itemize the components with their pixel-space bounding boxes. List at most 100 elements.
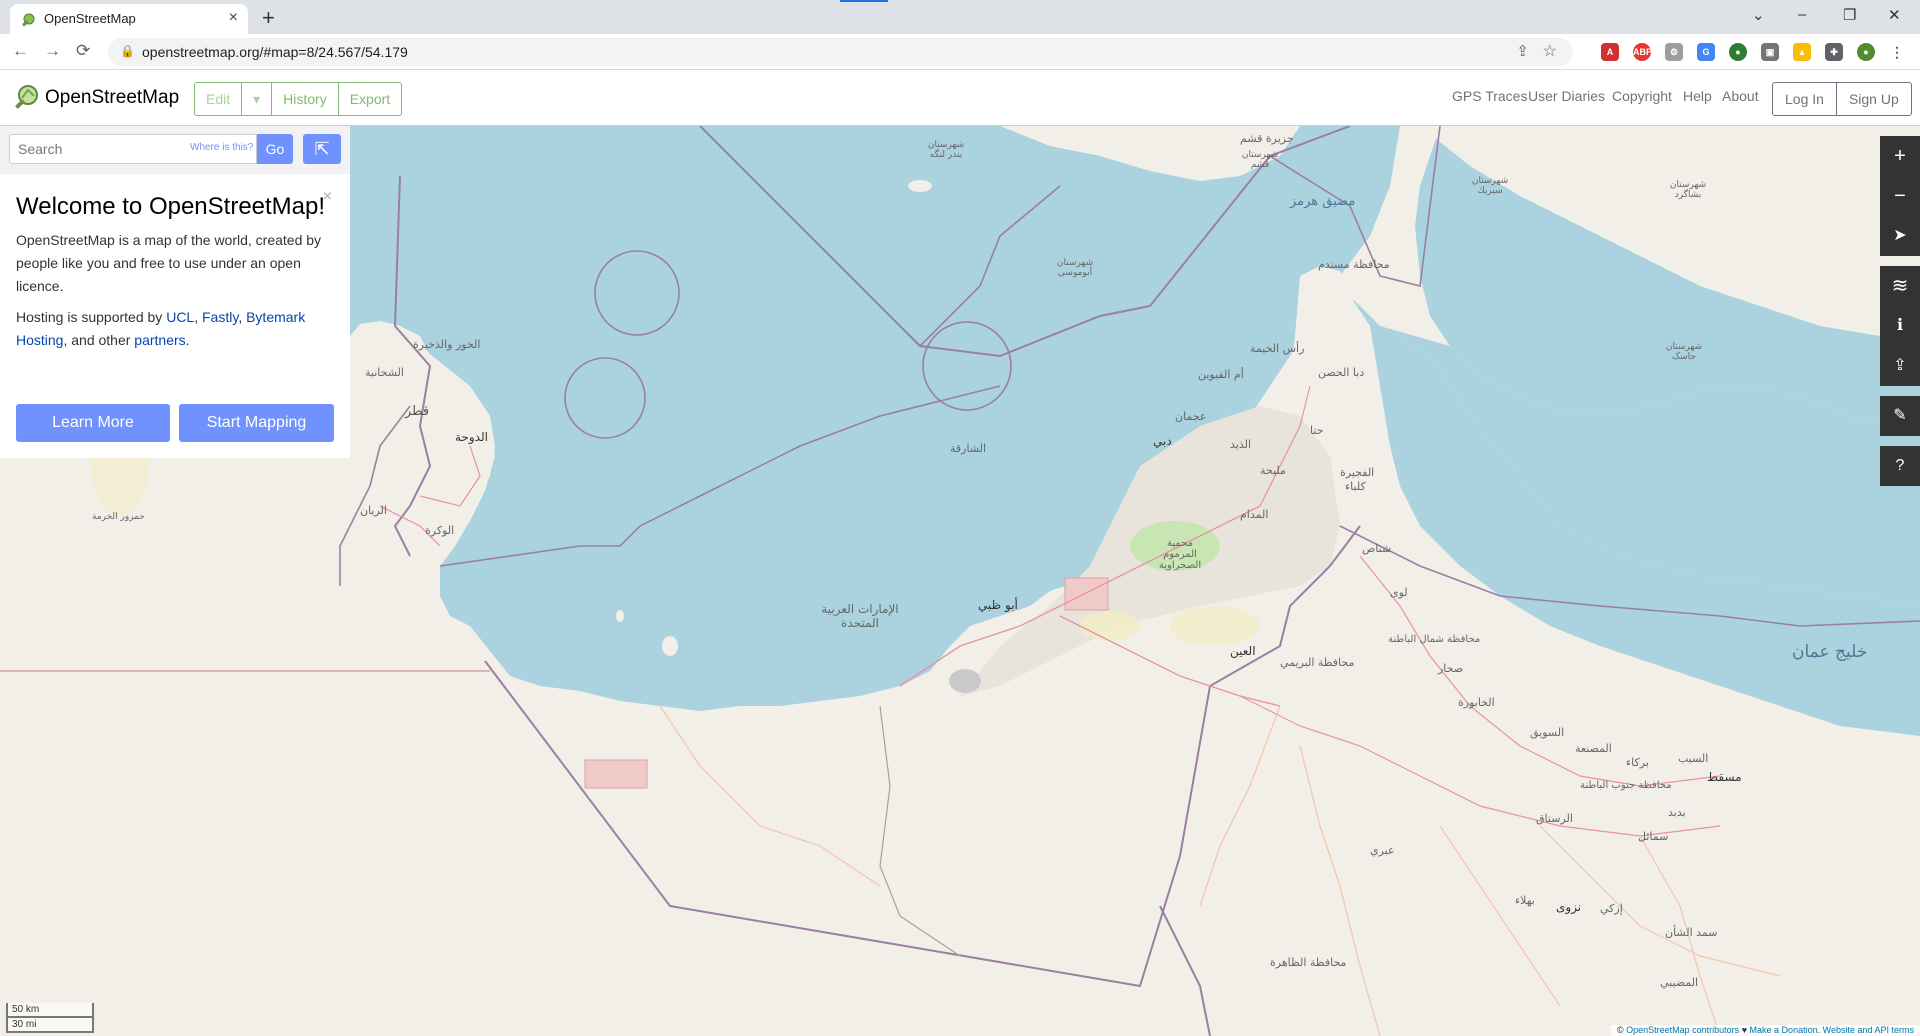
map-label-dibba: دبا الحصن [1318,366,1365,379]
map-scale: 50 km 30 mi [6,1003,94,1033]
nav-gps-traces[interactable]: GPS Traces [1452,88,1527,104]
fastly-link[interactable]: Fastly [202,309,238,325]
extension-icon[interactable]: ⚙ [1665,43,1683,61]
map-label-uae: الإمارات العربية المتحدة [821,602,899,630]
map-label-reserve: محمية المرموم الصحراوية [1158,538,1202,571]
minimize-button[interactable]: – [1798,6,1806,23]
extensions-puzzle-icon[interactable]: ✚ [1825,43,1843,61]
map-label-wakra: الوكرة [425,524,455,537]
globe-extension-icon[interactable]: ● [1729,43,1747,61]
scale-mi: 30 mi [6,1018,94,1033]
map-label-rak: رأس الخيمة [1250,342,1305,355]
contributors-link[interactable]: OpenStreetMap contributors [1626,1025,1739,1035]
map-label-rayyan: الريان [360,504,387,517]
zoom-out-button[interactable]: − [1880,176,1920,216]
map-label-sohar: صحار [1438,662,1464,675]
map-label-liwa: لوى [1390,586,1408,599]
layers-button[interactable]: ≋ [1880,266,1920,306]
map-label-dubai: دبي [1153,434,1172,448]
welcome-hosting: Hosting is supported by UCL, Fastly, Byt… [16,306,334,352]
zoom-in-button[interactable]: + [1880,136,1920,176]
back-button[interactable]: ← [12,41,29,61]
edit-dropdown-icon[interactable]: ▾ [242,83,273,115]
donate-link[interactable]: Make a Donation [1750,1025,1818,1035]
adblock-extension-icon[interactable]: ABP [1633,43,1652,61]
map-label-shamal: الشحانية [365,366,404,379]
map-label-seeb: السيب [1678,752,1709,765]
address-bar[interactable]: 🔒 openstreetmap.org/#map=8/24.567/54.179… [108,38,1573,66]
nav-copyright[interactable]: Copyright [1612,88,1672,104]
signup-button[interactable]: Sign Up [1837,83,1911,115]
query-features-button[interactable]: ? [1880,446,1920,486]
tab-close-icon[interactable]: × [229,9,238,27]
nav-user-diaries[interactable]: User Diaries [1528,88,1605,104]
profile-avatar[interactable]: ● [1857,43,1875,61]
pdf-extension-icon[interactable]: A [1601,43,1619,61]
auth-button-group: Log In Sign Up [1772,82,1912,116]
bookmark-star-icon[interactable]: ☆ [1543,41,1557,61]
new-tab-button[interactable]: + [262,5,275,31]
maximize-button[interactable]: ❐ [1843,6,1856,24]
start-mapping-button[interactable]: Start Mapping [179,404,334,442]
browser-toolbar: ← → ⟳ 🔒 openstreetmap.org/#map=8/24.567/… [0,34,1920,70]
map-label-bahla: بهلاء [1515,894,1535,907]
forward-button[interactable]: → [44,41,61,61]
map-label-uaq: أم القيوين [1198,368,1244,381]
map-label-sharjah-sea: الشارقة [950,442,987,455]
osm-header: OpenStreetMap Edit ▾ History Export GPS … [0,70,1920,126]
osm-favicon-icon [22,13,35,27]
translate-extension-icon[interactable]: G [1697,43,1715,61]
edit-button[interactable]: Edit [195,83,243,115]
map-label-mleiha: مليحة [1260,464,1286,477]
map-label-gulf-of-oman: خليج عمان [1792,642,1868,662]
search-go-button[interactable]: Go [257,134,293,164]
search-bar: Search Where is this? Go ⇱ [0,126,350,174]
map-label-izki: إزكي [1600,902,1623,915]
map-label-barka: بركاء [1626,756,1649,769]
directions-button[interactable]: ⇱ [303,134,341,164]
browser-titlebar: OpenStreetMap × + ⌄ – ❐ ✕ [0,0,1920,34]
brand-name[interactable]: OpenStreetMap [45,87,179,109]
map-label-hatta: حتا [1310,424,1324,437]
terms-link[interactable]: Website and API terms [1823,1025,1914,1035]
login-button[interactable]: Log In [1773,83,1837,115]
locate-button[interactable]: ➤ [1880,216,1920,256]
add-note-button[interactable]: ✎ [1880,396,1920,436]
map-label-madam: المدام [1240,508,1269,521]
share-button[interactable]: ⇪ [1880,346,1920,386]
loading-indicator [840,0,888,2]
map-label-doha: الدوحة [455,430,488,444]
history-button[interactable]: History [272,83,339,115]
browser-menu-icon[interactable]: ⋮ [1888,43,1906,61]
url-text: openstreetmap.org/#map=8/24.567/54.179 [142,44,408,60]
map-label-qeshm-county: شهرستان قشم [1241,150,1279,170]
map-label-rustaq: الرستاق [1536,812,1573,825]
map-label-samail: سمائل [1638,830,1669,843]
map-label-mussanah: المصنعة [1575,742,1612,755]
map-label-ibri: عبري [1370,844,1395,857]
partners-link[interactable]: partners [134,332,185,348]
hosting-sep: , [238,309,247,325]
learn-more-button[interactable]: Learn More [16,404,170,442]
map-label-dhaid: الذيد [1230,438,1252,451]
map-attribution: © OpenStreetMap contributors ♥ Make a Do… [1610,1025,1920,1036]
drive-extension-icon[interactable]: ▲ [1793,43,1811,61]
ucl-link[interactable]: UCL [166,309,194,325]
welcome-close-icon[interactable]: × [323,188,332,206]
welcome-panel: × Welcome to OpenStreetMap! OpenStreetMa… [0,174,350,458]
screenshot-extension-icon[interactable]: ▣ [1761,43,1779,61]
osm-logo-icon[interactable] [12,84,40,112]
reload-button[interactable]: ⟳ [76,41,90,61]
nav-help[interactable]: Help [1683,88,1712,104]
hosting-text: Hosting is supported by [16,309,167,325]
tab-search-icon[interactable]: ⌄ [1752,6,1765,24]
map-label-hormuz: مضيق هرمز [1290,194,1356,209]
share-icon[interactable]: ⇪ [1516,42,1529,60]
close-window-button[interactable]: ✕ [1888,6,1901,24]
browser-tab[interactable]: OpenStreetMap × [10,4,248,34]
export-button[interactable]: Export [339,83,401,115]
map-key-button[interactable]: ℹ [1880,306,1920,346]
where-is-this-link[interactable]: Where is this? [190,142,253,153]
nav-about[interactable]: About [1722,88,1759,104]
welcome-intro: OpenStreetMap is a map of the world, cre… [16,232,322,294]
